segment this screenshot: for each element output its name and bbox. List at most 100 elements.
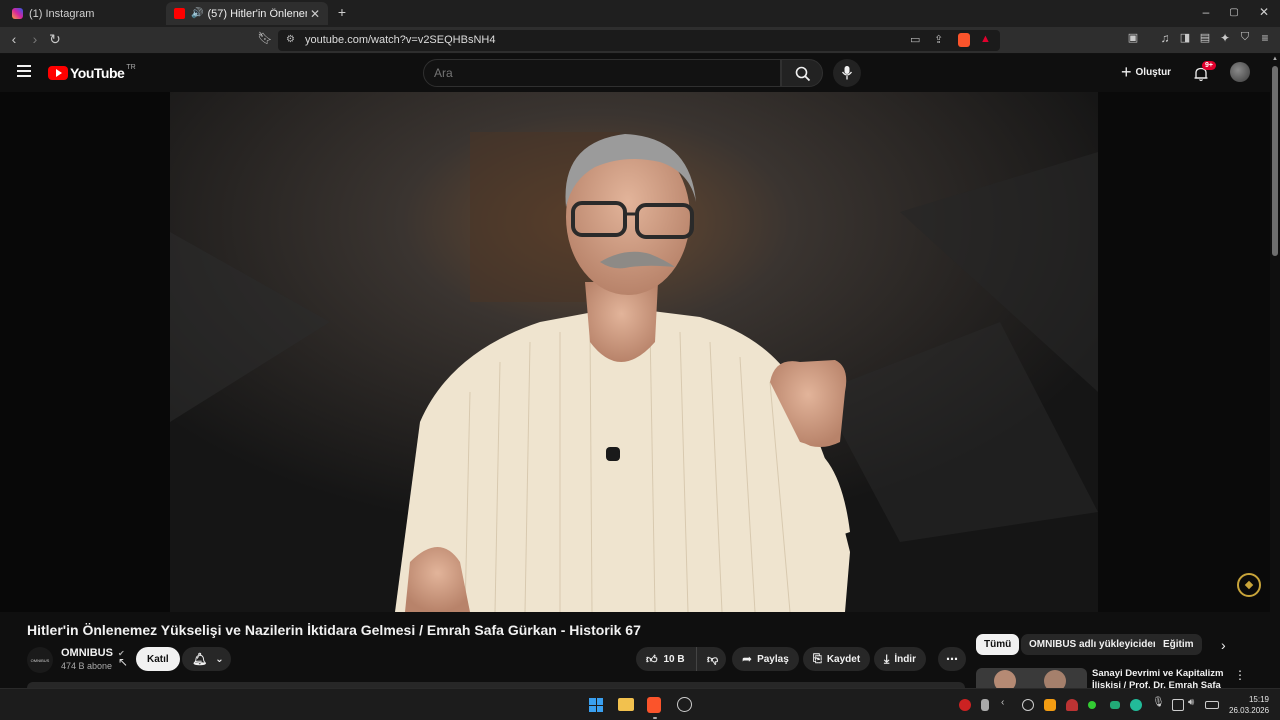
- join-button[interactable]: Katıl: [136, 647, 180, 671]
- youtube-header: YouTube TR + Oluştur 9+: [0, 54, 1270, 92]
- tray-steam-icon[interactable]: [1022, 699, 1034, 711]
- share-button[interactable]: ➦ Paylaş: [732, 647, 799, 671]
- vpn-icon[interactable]: ⛉: [1236, 31, 1254, 44]
- like-button[interactable]: 👍︎ 10 B: [636, 647, 696, 671]
- tray-usb-icon[interactable]: [981, 699, 989, 711]
- tray-green-icon[interactable]: [1088, 701, 1096, 709]
- recommended-title-line2: İlişkisi / Prof. Dr. Emrah Safa: [1092, 680, 1221, 688]
- wallet-icon[interactable]: ▤: [1196, 31, 1214, 44]
- guide-menu-icon[interactable]: [17, 65, 31, 77]
- channel-watermark-icon[interactable]: [1237, 573, 1261, 597]
- create-button[interactable]: + Oluştur: [1121, 63, 1171, 81]
- share-label: Paylaş: [757, 653, 789, 665]
- sidebar-icon[interactable]: ◨: [1176, 31, 1194, 44]
- reload-icon[interactable]: ↻: [46, 31, 64, 48]
- search-input[interactable]: [434, 66, 764, 80]
- channel-avatar[interactable]: OMNIBUS: [27, 647, 53, 673]
- region-code: TR: [126, 63, 136, 71]
- speaker-icon[interactable]: 🔊: [191, 8, 203, 19]
- recommended-title-line1: Sanayi Devrimi ve Kapitalizm: [1092, 668, 1224, 679]
- youtube-wordmark: YouTube: [70, 65, 125, 81]
- share-page-icon[interactable]: ⇪: [934, 33, 943, 46]
- save-label: Kaydet: [826, 653, 861, 665]
- tray-microphone-icon[interactable]: 🎙︎: [1152, 697, 1165, 709]
- search-icon: [795, 66, 811, 82]
- screenshot-icon[interactable]: ▣: [1124, 31, 1142, 44]
- tray-app-icon[interactable]: [959, 699, 971, 711]
- brave-browser-icon[interactable]: [647, 697, 661, 713]
- leo-ai-icon[interactable]: ✦: [1216, 31, 1234, 45]
- youtube-logo[interactable]: YouTube TR: [48, 63, 136, 81]
- save-button[interactable]: ⎘ Kaydet: [803, 647, 871, 671]
- youtube-favicon-icon: [174, 8, 185, 19]
- tab-label: (57) Hitler'in Önlenemez Yüks: [207, 7, 307, 20]
- microphone-icon: [841, 66, 853, 80]
- search-box[interactable]: [423, 59, 781, 87]
- tray-orange-icon[interactable]: [1044, 699, 1056, 711]
- chip-from-uploader[interactable]: OMNIBUS adlı yükleyiciden: [1021, 634, 1168, 655]
- subscriber-count: 474 B abone: [61, 661, 113, 671]
- brave-shields-icon[interactable]: [958, 33, 970, 47]
- account-avatar[interactable]: [1230, 62, 1250, 82]
- chip-label: Tümü: [984, 639, 1012, 650]
- notifications-button[interactable]: 9+: [1193, 61, 1216, 84]
- back-icon[interactable]: ‹: [5, 31, 23, 47]
- video-frame: [0, 92, 1270, 612]
- bookmark-icon[interactable]: 🔖︎: [256, 31, 274, 45]
- tab-instagram[interactable]: (1) Instagram: [4, 2, 164, 25]
- dislike-button[interactable]: 👎︎: [696, 647, 726, 671]
- search-button[interactable]: [781, 59, 823, 87]
- cast-icon[interactable]: ▭: [910, 33, 920, 46]
- tray-chevron-icon[interactable]: ‹: [1001, 697, 1013, 709]
- instagram-icon: [12, 8, 23, 19]
- brave-rewards-icon[interactable]: ▲: [980, 33, 991, 45]
- tray-battery-icon[interactable]: [1205, 701, 1219, 709]
- more-vertical-icon[interactable]: ⋮: [1234, 668, 1246, 682]
- voice-search-button[interactable]: [833, 59, 861, 87]
- media-icon[interactable]: ♫: [1156, 31, 1174, 45]
- menu-icon[interactable]: ≡: [1256, 31, 1274, 45]
- scrollbar-thumb[interactable]: [1272, 66, 1278, 256]
- tray-volume-icon[interactable]: 🔊︎: [1188, 697, 1200, 709]
- address-bar[interactable]: ⚙ youtube.com/watch?v=v2SEQHBsNH4 ▭ ⇪ ▲: [278, 30, 1000, 51]
- join-label: Katıl: [147, 653, 169, 665]
- download-label: İndir: [894, 653, 916, 665]
- tray-shield-icon[interactable]: [1130, 699, 1142, 711]
- page-scrollbar[interactable]: ▲: [1270, 54, 1280, 688]
- close-window-icon[interactable]: ✕: [1254, 5, 1274, 19]
- subscribed-notifications-button[interactable]: 🔔︎ ⌄: [182, 647, 231, 671]
- tray-nvidia-icon[interactable]: [1110, 701, 1120, 709]
- video-player[interactable]: [0, 92, 1270, 612]
- close-tab-icon[interactable]: ✕: [310, 7, 320, 21]
- chip-education[interactable]: Eğitim: [1155, 634, 1202, 655]
- share-icon: ➦: [742, 652, 753, 666]
- youtube-play-icon: [48, 66, 68, 80]
- chip-all[interactable]: Tümü: [976, 634, 1020, 655]
- clock[interactable]: 15:19 26.03.2026: [1229, 694, 1269, 716]
- channel-name-label: OMNIBUS: [61, 647, 113, 659]
- forward-icon[interactable]: ›: [26, 31, 44, 47]
- browser-tab-strip: (1) Instagram 🔊 (57) Hitler'in Önlenemez…: [0, 0, 1280, 27]
- chevron-right-icon[interactable]: ›: [1221, 637, 1226, 653]
- channel-name[interactable]: OMNIBUS ✔: [61, 647, 125, 659]
- chip-label: OMNIBUS adlı yükleyiciden: [1029, 639, 1160, 650]
- file-explorer-icon[interactable]: [618, 698, 634, 711]
- scroll-up-icon[interactable]: ▲: [1272, 56, 1278, 62]
- recommended-title[interactable]: Sanayi Devrimi ve Kapitalizm İlişkisi / …: [1092, 668, 1232, 688]
- tray-red-icon[interactable]: [1066, 699, 1078, 711]
- minimize-icon[interactable]: –: [1196, 5, 1216, 19]
- tray-network-icon[interactable]: [1172, 699, 1184, 711]
- restore-icon[interactable]: ▢: [1224, 7, 1244, 18]
- more-actions-button[interactable]: ⋯: [938, 647, 966, 671]
- site-settings-icon[interactable]: ⚙: [286, 34, 295, 45]
- windows-taskbar: ‹ 🎙︎ 🔊︎ 15:19 26.03.2026: [0, 688, 1280, 720]
- download-button[interactable]: ⤓ İndir: [874, 647, 926, 671]
- start-icon[interactable]: [589, 698, 603, 712]
- chevron-down-icon: ⌄: [215, 653, 224, 665]
- more-horizontal-icon: ⋯: [946, 652, 959, 666]
- recommended-thumbnail[interactable]: [976, 668, 1087, 688]
- new-tab-icon[interactable]: +: [332, 4, 352, 20]
- notification-badge: 9+: [1202, 61, 1216, 70]
- tab-youtube-video[interactable]: 🔊 (57) Hitler'in Önlenemez Yüks ✕: [166, 2, 328, 25]
- chrome-like-icon[interactable]: [677, 697, 692, 712]
